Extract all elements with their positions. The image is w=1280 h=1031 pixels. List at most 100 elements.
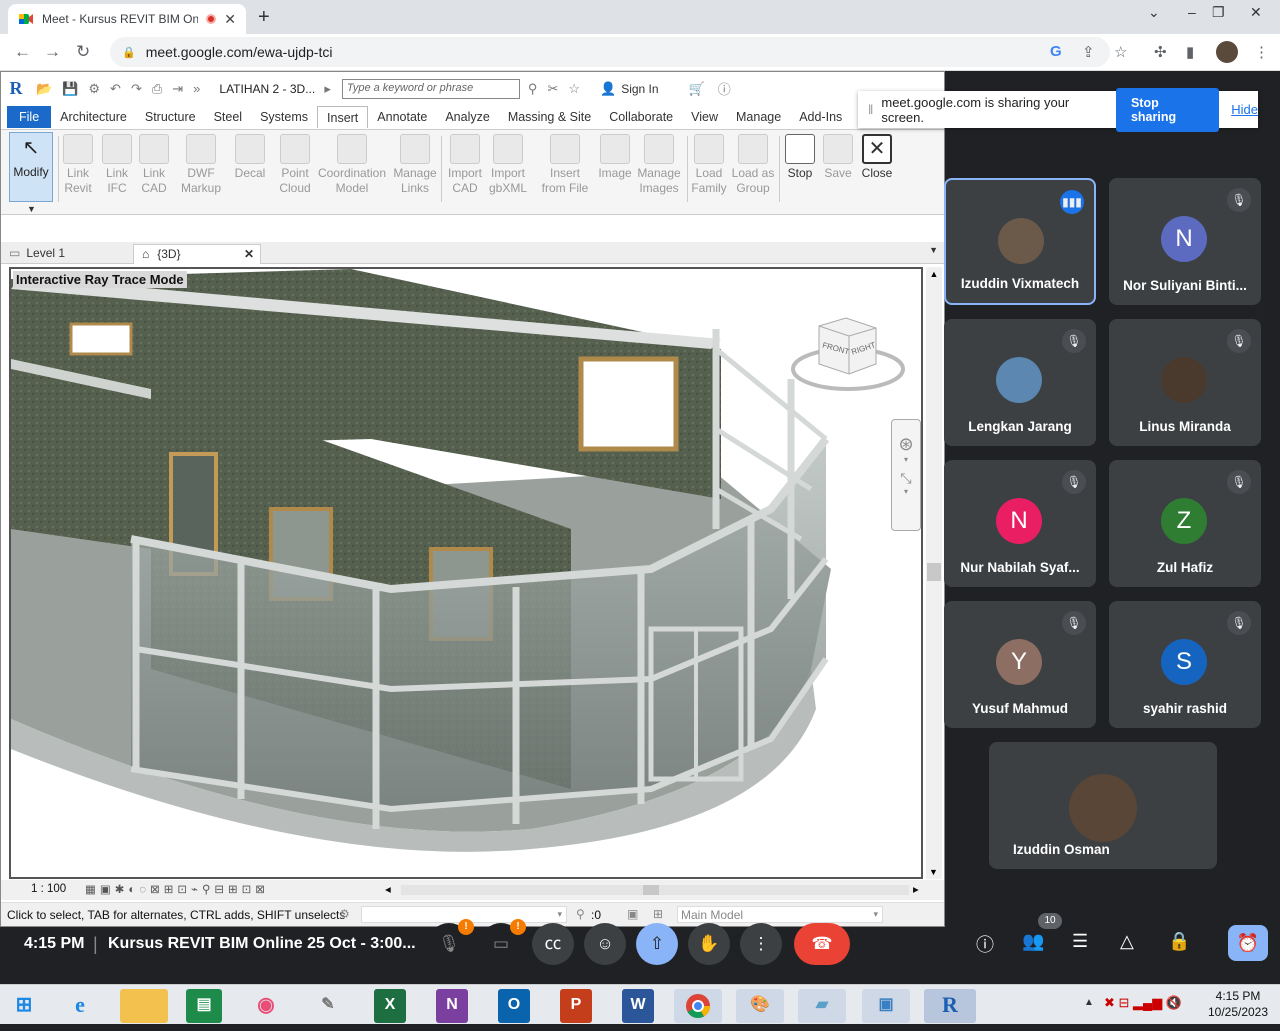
- view-control-icons[interactable]: ▦▣✱◐◌⊠⊞⊡⌁⚲⊟⊞⊡⊠: [85, 882, 269, 896]
- save-icon[interactable]: 💾: [62, 81, 78, 97]
- internet-explorer-icon[interactable]: e: [58, 989, 102, 1023]
- back-arrow-icon[interactable]: ←: [14, 42, 31, 62]
- close-window-button[interactable]: ✕: [1250, 4, 1262, 21]
- link-cad-button[interactable]: Link CAD: [137, 134, 171, 196]
- revit-logo-icon[interactable]: R: [1, 78, 31, 99]
- people-icon[interactable]: 👥: [1022, 931, 1044, 952]
- close-button[interactable]: ✕ Close: [859, 134, 895, 181]
- wheel-dropdown-icon[interactable]: ▾: [892, 455, 920, 464]
- tab-architecture[interactable]: Architecture: [51, 106, 136, 128]
- view-scale[interactable]: 1 : 100: [31, 883, 66, 895]
- word-icon[interactable]: W: [622, 989, 654, 1023]
- tab-structure[interactable]: Structure: [136, 106, 205, 128]
- tab-analyze[interactable]: Analyze: [436, 106, 498, 128]
- tab-manage[interactable]: Manage: [727, 106, 790, 128]
- mic-button[interactable]: 🎙!: [428, 919, 474, 965]
- scroll-up-icon[interactable]: ▲: [926, 269, 942, 279]
- hscroll-left-icon[interactable]: ◂: [385, 882, 391, 896]
- powerpoint-icon[interactable]: P: [560, 989, 592, 1023]
- host-controls-icon[interactable]: 🔒: [1168, 931, 1190, 952]
- tab-3d[interactable]: ⌂ {3D} ✕: [133, 244, 261, 264]
- manage-links-button[interactable]: Manage Links: [393, 134, 437, 196]
- more-options-button[interactable]: ⋮: [740, 923, 782, 965]
- point-cloud-button[interactable]: Point Cloud: [276, 134, 314, 196]
- camera-button[interactable]: ▭!: [480, 919, 526, 965]
- alarm-icon[interactable]: ⏰: [1228, 925, 1268, 961]
- new-tab-button[interactable]: +: [258, 6, 270, 29]
- undo-icon[interactable]: ↶: [110, 81, 121, 97]
- cart-icon[interactable]: 🛒: [689, 81, 705, 97]
- stop-button[interactable]: Stop: [783, 134, 817, 181]
- help-icon[interactable]: ⓘ: [718, 79, 731, 98]
- link-revit-button[interactable]: Link Revit: [61, 134, 95, 196]
- tab-steel[interactable]: Steel: [205, 106, 252, 128]
- captions-button[interactable]: ㏄: [532, 923, 574, 965]
- color-app-icon[interactable]: ◉: [244, 989, 288, 1023]
- restore-button[interactable]: ❐: [1212, 4, 1225, 21]
- notepad-icon[interactable]: ▰: [798, 989, 846, 1023]
- forward-arrow-icon[interactable]: →: [44, 42, 61, 62]
- load-family-button[interactable]: Load Family: [690, 134, 728, 196]
- more-icon[interactable]: »: [193, 81, 200, 96]
- hscroll-right-icon[interactable]: ▸: [913, 882, 919, 896]
- hscroll-thumb[interactable]: [643, 885, 659, 895]
- modify-dropdown-icon[interactable]: ▼: [27, 204, 36, 214]
- design-option-select[interactable]: Main Model ▾: [677, 906, 883, 923]
- reload-icon[interactable]: ↻: [76, 42, 90, 62]
- drag-handle-icon[interactable]: ‖: [868, 102, 873, 117]
- paint-icon[interactable]: 🎨: [736, 989, 784, 1023]
- load-as-group-button[interactable]: Load as Group: [731, 134, 775, 196]
- notes-app-icon[interactable]: ✎: [306, 989, 350, 1023]
- tab-level-1[interactable]: ▭ Level 1: [1, 244, 131, 264]
- extensions-icon[interactable]: ✣: [1154, 43, 1167, 61]
- stop-sharing-button[interactable]: Stop sharing: [1115, 87, 1220, 132]
- zoom-dropdown-icon[interactable]: ▾: [892, 487, 920, 496]
- google-lens-icon[interactable]: G: [1050, 43, 1062, 60]
- browser-tab-meet[interactable]: Meet - Kursus REVIT BIM Onlin ✕: [8, 4, 246, 34]
- present-button[interactable]: ⇧: [636, 923, 678, 965]
- tab-add-ins[interactable]: Add-Ins: [790, 106, 851, 128]
- filter-icon[interactable]: ⚲: [576, 907, 585, 921]
- windows-start-icon[interactable]: ⊞: [2, 989, 46, 1023]
- sync-icon[interactable]: ⚙: [88, 81, 100, 97]
- modify-button[interactable]: ↖ Modify: [9, 132, 53, 202]
- outlook-icon[interactable]: O: [498, 989, 530, 1023]
- import-cad-button[interactable]: Import CAD: [445, 134, 485, 196]
- file-explorer-icon[interactable]: [120, 989, 168, 1023]
- participant-tile[interactable]: Izuddin Osman: [989, 742, 1217, 869]
- address-bar[interactable]: 🔒 meet.google.com/ewa-ujdp-tci: [110, 37, 1110, 67]
- scroll-down-icon[interactable]: ▼: [929, 867, 938, 877]
- steering-wheel-icon[interactable]: ⊛: [892, 434, 920, 455]
- participant-tile[interactable]: N 🎙 Nur Nabilah Syaf...: [944, 460, 1096, 587]
- viewport-vertical-scrollbar[interactable]: ▲ ▼: [926, 267, 942, 879]
- 3d-viewport[interactable]: Interactive Ray Trace Mode FRONT RIGHT ⊛…: [9, 267, 923, 879]
- insert-from-file-button[interactable]: Insert from File: [539, 134, 591, 196]
- manage-images-button[interactable]: Manage Images: [637, 134, 681, 196]
- tab-view[interactable]: View: [682, 106, 727, 128]
- tray-icons[interactable]: ✖ ⊟ ▂▄▆ 🔇: [1104, 995, 1182, 1011]
- tab-insert[interactable]: Insert: [317, 106, 369, 128]
- dwf-markup-button[interactable]: DWF Markup: [177, 134, 225, 196]
- show-hidden-icons-icon[interactable]: ▲: [1084, 997, 1094, 1008]
- tab-massing-site[interactable]: Massing & Site: [499, 106, 600, 128]
- participant-tile[interactable]: N 🎙 Nor Suliyani Binti...: [1109, 178, 1261, 305]
- open-icon[interactable]: 📂: [36, 81, 52, 97]
- coordination-model-button[interactable]: Coordination Model: [315, 134, 389, 196]
- tab-search-icon[interactable]: ⌄: [1148, 4, 1160, 21]
- link-ifc-button[interactable]: Link IFC: [100, 134, 134, 196]
- bookmark-star-icon[interactable]: ☆: [1114, 43, 1127, 61]
- minimize-button[interactable]: –: [1188, 4, 1196, 20]
- chrome-taskbar-button[interactable]: [674, 989, 722, 1023]
- side-panel-icon[interactable]: ▮: [1186, 43, 1194, 61]
- decal-button[interactable]: Decal: [232, 134, 268, 181]
- onenote-icon[interactable]: N: [436, 989, 468, 1023]
- participant-tile[interactable]: ▮▮▮ Izuddin Vixmatech: [944, 178, 1096, 305]
- tab-systems[interactable]: Systems: [251, 106, 317, 128]
- raise-hand-button[interactable]: ✋: [688, 923, 730, 965]
- tab-close-icon[interactable]: ✕: [244, 245, 254, 263]
- save-button[interactable]: Save: [821, 134, 855, 181]
- editable-only-icon[interactable]: ▣: [627, 907, 638, 921]
- sheets-icon[interactable]: ▤: [186, 989, 222, 1023]
- tab-file[interactable]: File: [7, 106, 52, 128]
- leave-call-button[interactable]: ☎: [794, 923, 850, 965]
